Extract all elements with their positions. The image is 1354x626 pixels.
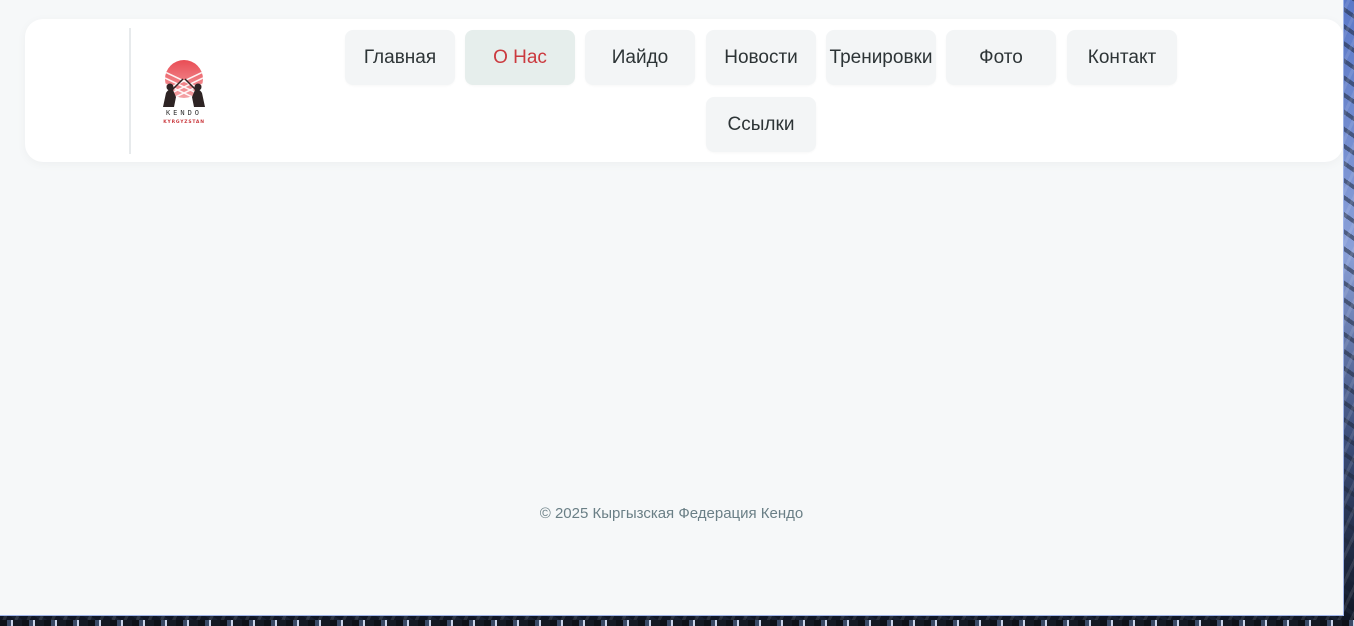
page: KENDO KYRGYZSTAN Главная О Нас Иайдо Нов… [0,0,1344,616]
header-divider [129,28,131,154]
nav-item-links[interactable]: Ссылки [706,97,816,152]
logo-subtext: KYRGYZSTAN [163,119,205,125]
footer-copyright: © 2025 Кыргызская Федерация Кендо [539,505,804,522]
logo-text: KENDO [166,109,202,117]
nav-item-contact[interactable]: Контакт [1067,30,1177,85]
nav-item-home[interactable]: Главная [345,30,455,85]
nav-item-photo[interactable]: Фото [946,30,1056,85]
nav-item-about[interactable]: О Нас [465,30,575,85]
background-photo-strip [0,620,1354,626]
nav-item-iaido[interactable]: Иайдо [585,30,695,85]
nav-item-training[interactable]: Тренировки [826,30,936,85]
kendo-logo[interactable]: KENDO KYRGYZSTAN [153,57,215,127]
nav-item-news[interactable]: Новости [706,30,816,85]
site-header: KENDO KYRGYZSTAN Главная О Нас Иайдо Нов… [25,19,1343,162]
